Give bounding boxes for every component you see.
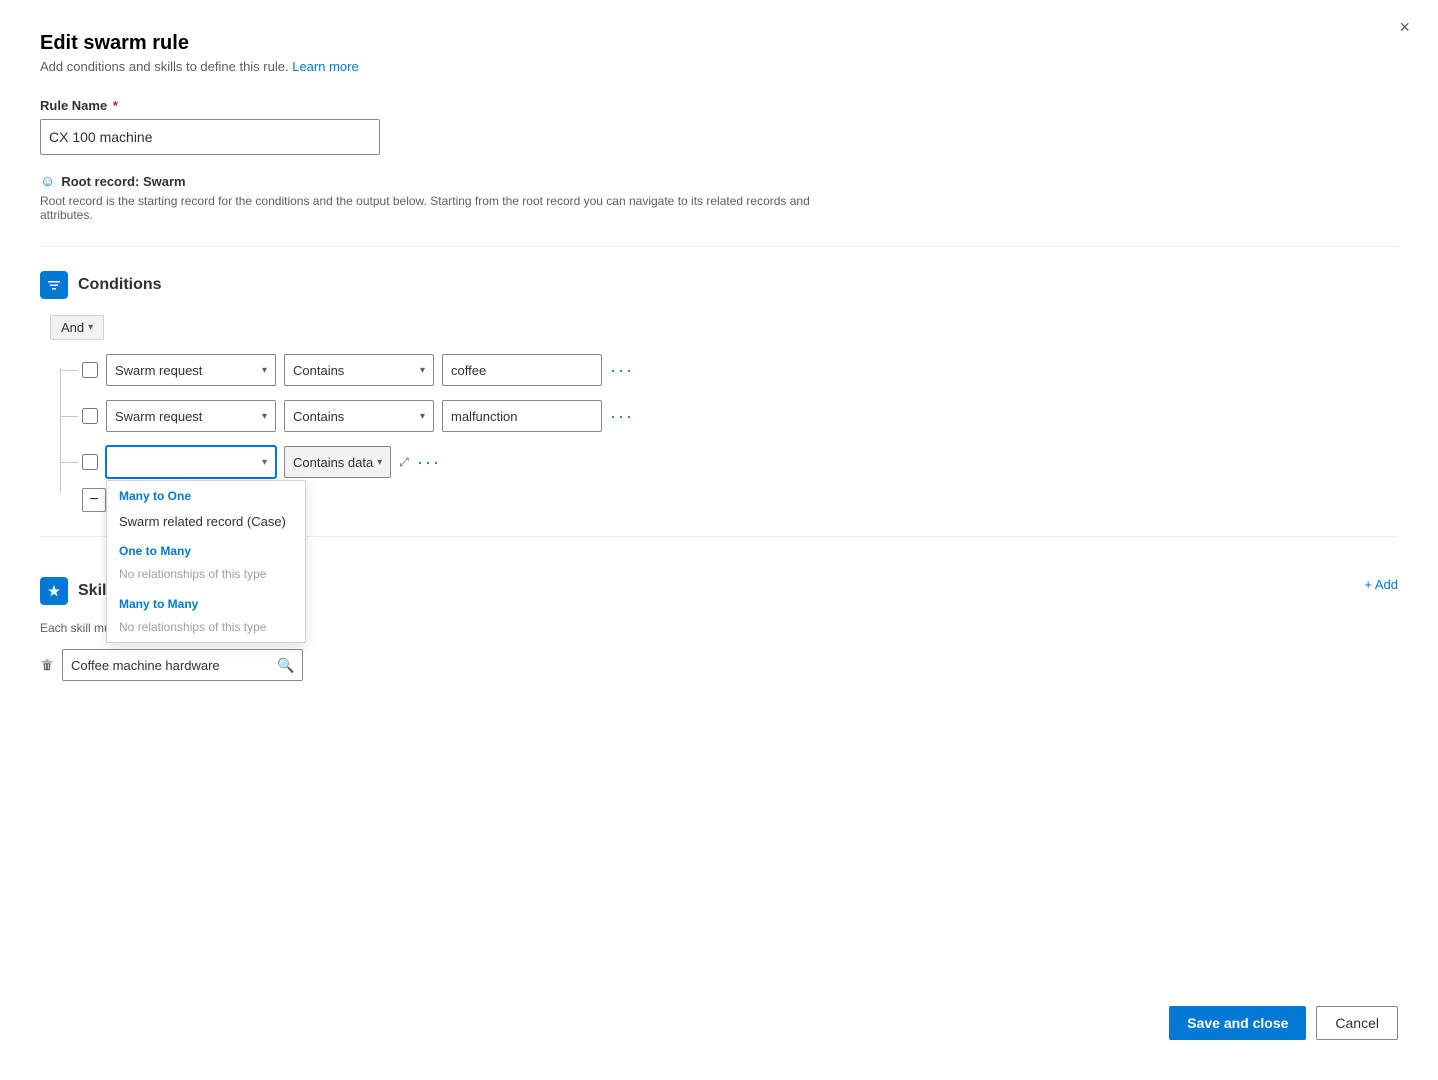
condition-row-2: Swarm request ▾ Contains ▾ ···	[50, 400, 1398, 432]
expand-icon[interactable]: ⤢	[399, 455, 409, 470]
condition-2-field-select[interactable]: Swarm request ▾	[106, 400, 276, 432]
condition-3-field-dropdown-container: ▾ Many to One Swarm related record (Case…	[106, 446, 276, 478]
learn-more-link[interactable]: Learn more	[292, 59, 358, 74]
condition-3-operator-select[interactable]: Contains data ▾	[284, 446, 391, 478]
condition-2-value-input[interactable]	[442, 400, 602, 432]
one-to-many-group-label: One to Many	[107, 536, 305, 562]
conditions-section: Conditions And ▾ Swarm request ▾ Contain…	[40, 271, 1398, 512]
rule-name-input[interactable]	[40, 119, 380, 155]
root-record-icon: ☺	[40, 173, 55, 190]
chevron-down-icon: ▾	[262, 457, 267, 468]
many-to-many-group-label: Many to Many	[107, 589, 305, 615]
chevron-down-icon: ▾	[262, 365, 267, 376]
chevron-down-icon: ▾	[420, 411, 425, 422]
page-subtitle: Add conditions and skills to define this…	[40, 59, 1398, 74]
no-many-to-many-item: No relationships of this type	[107, 615, 305, 642]
rule-name-label: Rule Name *	[40, 98, 1398, 113]
page-title: Edit swarm rule	[40, 32, 1398, 55]
chevron-down-icon: ▾	[377, 457, 382, 468]
conditions-title: Conditions	[78, 276, 162, 294]
root-record-section: ☺ Root record: Swarm Root record is the …	[40, 173, 1398, 222]
condition-3-operator-label: Contains data	[293, 455, 373, 470]
many-to-one-group-label: Many to One	[107, 481, 305, 507]
condition-1-checkbox[interactable]	[82, 362, 98, 378]
footer-actions: Save and close Cancel	[1169, 1006, 1398, 1040]
skill-input[interactable]	[71, 658, 271, 673]
condition-2-checkbox[interactable]	[82, 408, 98, 424]
condition-1-operator-label: Contains	[293, 363, 344, 378]
conditions-area: And ▾ Swarm request ▾ Contains ▾	[40, 315, 1398, 512]
condition-2-field-label: Swarm request	[115, 409, 202, 424]
condition-3-field-select[interactable]: ▾	[106, 446, 276, 478]
condition-3-more-button[interactable]: ···	[417, 452, 441, 473]
no-one-to-many-item: No relationships of this type	[107, 562, 305, 589]
condition-row-1: Swarm request ▾ Contains ▾ ···	[50, 354, 1398, 386]
conditions-header: Conditions	[40, 271, 1398, 299]
condition-row-3: ▾ Many to One Swarm related record (Case…	[50, 446, 1398, 478]
condition-1-field-select[interactable]: Swarm request ▾	[106, 354, 276, 386]
root-record-description: Root record is the starting record for t…	[40, 194, 820, 222]
conditions-tree: Swarm request ▾ Contains ▾ ··· Swarm req…	[50, 354, 1398, 512]
chevron-down-icon: ▾	[420, 365, 425, 376]
conditions-icon	[40, 271, 68, 299]
divider	[40, 246, 1398, 247]
skills-icon	[40, 577, 68, 605]
modal-container: × Edit swarm rule Add conditions and ski…	[0, 0, 1438, 1080]
chevron-down-icon: ▾	[262, 411, 267, 422]
add-skill-button[interactable]: + Add	[1364, 577, 1398, 592]
rule-name-section: Rule Name *	[40, 98, 1398, 155]
chevron-down-icon: ▾	[88, 322, 93, 333]
condition-2-operator-label: Contains	[293, 409, 344, 424]
skill-input-wrapper: 🔍	[62, 649, 303, 681]
required-indicator: *	[109, 98, 118, 113]
condition-1-field-label: Swarm request	[115, 363, 202, 378]
root-record-label: Root record: Swarm	[61, 174, 185, 189]
condition-1-value-input[interactable]	[442, 354, 602, 386]
cancel-button[interactable]: Cancel	[1316, 1006, 1398, 1040]
condition-1-operator-select[interactable]: Contains ▾	[284, 354, 434, 386]
delete-skill-button[interactable]	[40, 658, 54, 672]
skill-row-1: 🔍	[40, 649, 1398, 681]
close-button[interactable]: ×	[1399, 18, 1410, 36]
and-operator-button[interactable]: And ▾	[50, 315, 104, 340]
swarm-related-record-item[interactable]: Swarm related record (Case)	[107, 507, 305, 536]
field-dropdown-menu: Many to One Swarm related record (Case) …	[106, 480, 306, 643]
condition-2-operator-select[interactable]: Contains ▾	[284, 400, 434, 432]
condition-3-checkbox[interactable]	[82, 454, 98, 470]
minus-button[interactable]: −	[82, 488, 106, 512]
save-and-close-button[interactable]: Save and close	[1169, 1006, 1306, 1040]
condition-2-more-button[interactable]: ···	[610, 406, 634, 427]
search-icon: 🔍	[277, 657, 294, 674]
condition-1-more-button[interactable]: ···	[610, 360, 634, 381]
